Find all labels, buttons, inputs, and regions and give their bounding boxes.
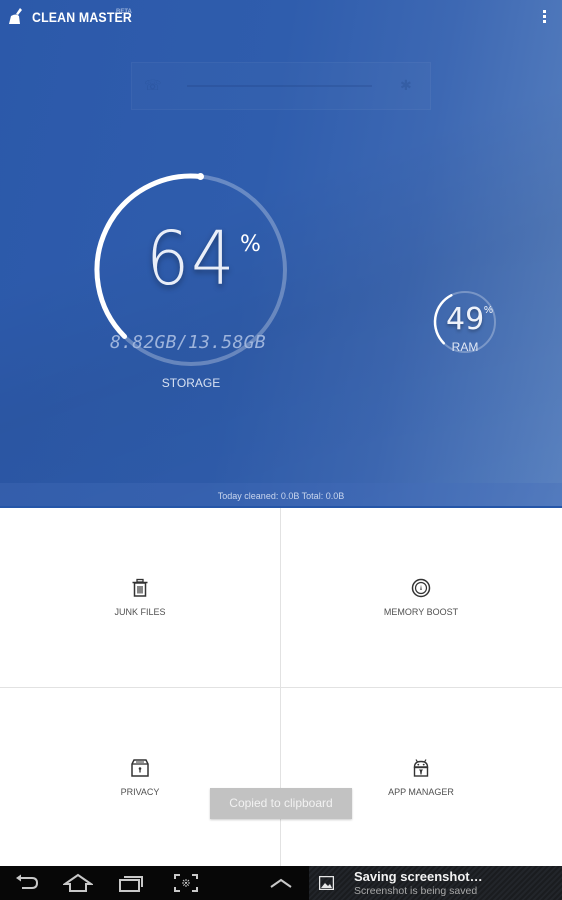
storage-percent-value: 64 bbox=[146, 216, 237, 302]
ram-label: RAM bbox=[451, 340, 479, 354]
storage-usage-detail: 8.82GB/13.58GB bbox=[110, 332, 266, 353]
trash-icon bbox=[132, 578, 148, 597]
tile-app-manager[interactable]: APP MANAGER bbox=[281, 688, 561, 867]
storage-label: STORAGE bbox=[161, 376, 221, 390]
toast-message: Copied to clipboard bbox=[210, 788, 352, 819]
home-icon[interactable] bbox=[63, 872, 93, 894]
notification-title: Saving screenshot… bbox=[354, 869, 483, 884]
screenshot-notification[interactable]: Saving screenshot… Screenshot is being s… bbox=[309, 866, 562, 900]
cleaning-stats-bar: Today cleaned: 0.0B Total: 0.0B bbox=[0, 483, 562, 508]
android-lock-icon bbox=[413, 759, 429, 777]
back-icon[interactable] bbox=[12, 872, 42, 894]
storage-percent-sign: % bbox=[240, 232, 261, 257]
tile-memory-boost[interactable]: MEMORY BOOST bbox=[281, 508, 561, 687]
tile-privacy[interactable]: PRIVACY bbox=[0, 688, 280, 867]
gauge-icon bbox=[411, 578, 431, 598]
gauges-canvas bbox=[94, 172, 496, 366]
locked-box-icon bbox=[131, 759, 149, 777]
tile-label: JUNK FILES bbox=[114, 607, 166, 617]
screenshot-icon[interactable] bbox=[171, 872, 201, 894]
tile-junk-files[interactable]: JUNK FILES bbox=[0, 508, 280, 687]
cleaning-stats-text: Today cleaned: 0.0B Total: 0.0B bbox=[217, 491, 345, 501]
recent-apps-icon[interactable] bbox=[116, 872, 146, 894]
dashboard-header: CLEAN MASTER BETA ☏ ✱ 64 % 8.82GB/13.58G… bbox=[0, 0, 562, 508]
tile-label: MEMORY BOOST bbox=[383, 607, 459, 617]
notification-subtitle: Screenshot is being saved bbox=[354, 885, 478, 897]
storage-gauge-knob bbox=[196, 172, 204, 180]
ram-percent-value: 49 bbox=[446, 302, 485, 337]
chevron-up-icon[interactable] bbox=[266, 872, 296, 894]
image-icon bbox=[319, 876, 334, 890]
ram-percent-sign: % bbox=[484, 305, 493, 316]
